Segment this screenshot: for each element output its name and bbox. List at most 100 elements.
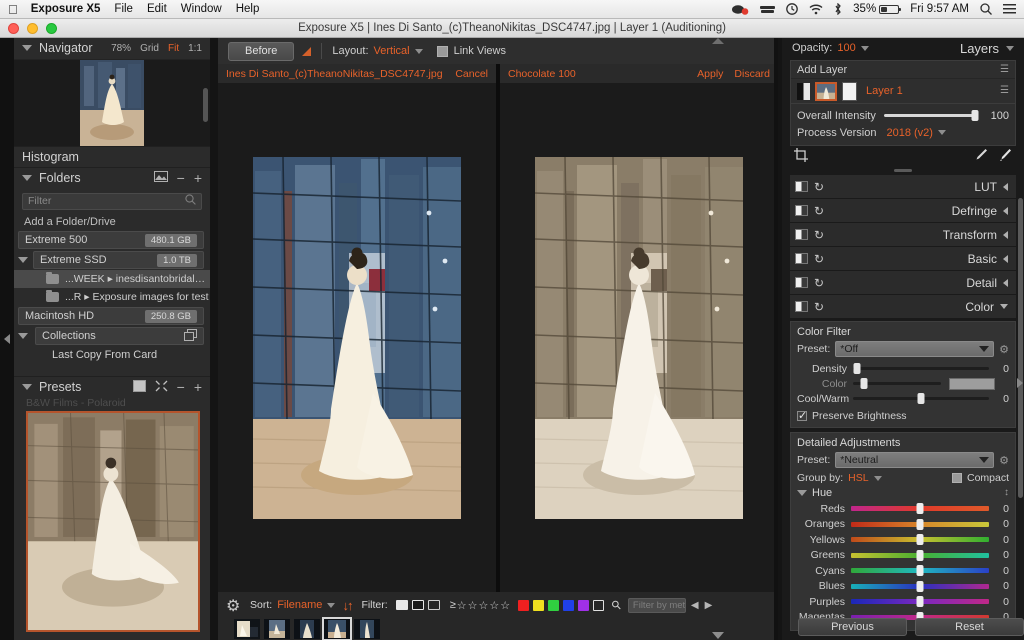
collection-item-last-copy-from-card[interactable]: Last Copy From Card — [14, 346, 210, 364]
section-enable-toggle-icon[interactable] — [795, 229, 808, 240]
chevron-left-icon[interactable] — [1003, 230, 1008, 239]
star-icon[interactable]: ☆ — [489, 599, 499, 612]
hsl-slider-cyans[interactable] — [851, 565, 989, 577]
chevron-left-icon[interactable] — [1003, 182, 1008, 191]
drive-row-extreme-ssd[interactable]: Extreme SSD 1.0 TB — [14, 250, 210, 270]
section-defringe[interactable]: ↻ Defringe — [790, 199, 1016, 223]
star-icon[interactable]: ☆ — [468, 599, 478, 612]
after-image-container[interactable] — [500, 83, 778, 592]
crop-icon[interactable] — [794, 147, 808, 165]
section-detail[interactable]: ↻ Detail — [790, 271, 1016, 295]
menubar-clock[interactable]: Fri 9:57 AM — [910, 3, 969, 15]
sort-direction-icon[interactable]: ↓↑ — [342, 598, 353, 613]
presets-add-button[interactable]: + — [194, 380, 202, 394]
gear-icon[interactable] — [226, 598, 240, 612]
sort-value[interactable]: Filename — [277, 599, 322, 611]
chevron-down-icon[interactable] — [327, 602, 336, 608]
chevron-left-icon[interactable] — [1003, 278, 1008, 287]
hsl-slider-greens[interactable] — [851, 549, 989, 561]
reset-icon[interactable]: ↻ — [814, 277, 824, 289]
color-swatch-purple[interactable] — [578, 599, 590, 611]
file-transfer-icon[interactable] — [760, 4, 776, 15]
search-icon[interactable] — [185, 194, 196, 208]
expand-collapse-icon[interactable]: ↕ — [1004, 488, 1009, 498]
keyword-icon[interactable]: ⚲ — [608, 597, 624, 613]
folders-image-icon[interactable] — [153, 170, 168, 185]
section-enable-toggle-icon[interactable] — [795, 277, 808, 288]
presets-collapse-all-icon[interactable] — [155, 380, 168, 395]
hsl-slider-yellows[interactable] — [851, 534, 989, 546]
reset-icon[interactable]: ↻ — [814, 229, 824, 241]
layer-thumbnail[interactable] — [815, 81, 837, 101]
hsl-slider-blues[interactable] — [851, 580, 989, 592]
chevron-down-icon[interactable] — [937, 130, 946, 135]
presets-panel-header[interactable]: Presets − + — [14, 376, 210, 397]
before-image-container[interactable] — [218, 83, 496, 592]
preset-options-icon[interactable]: ⚙ — [999, 454, 1009, 467]
filmstrip-thumb[interactable] — [264, 619, 290, 639]
hue-group-header[interactable]: Hue ↕ — [797, 487, 1009, 499]
section-color[interactable]: ↻ Color — [790, 295, 1016, 319]
brush-icon[interactable] — [998, 148, 1012, 165]
navigator-mode-1to1[interactable]: 1:1 — [188, 43, 202, 54]
minimize-button[interactable] — [27, 22, 38, 34]
chevron-down-icon[interactable] — [860, 45, 869, 51]
folder-item[interactable]: ...R ▸ Exposure images for test — [14, 288, 210, 306]
collections-row[interactable]: Collections — [14, 326, 210, 346]
presets-view-single-icon[interactable] — [132, 379, 146, 395]
star-rating-filter[interactable]: ≥ ☆ ☆ ☆ ☆ ☆ — [450, 599, 510, 612]
filmstrip-thumb[interactable] — [294, 619, 320, 639]
color-swatch-yellow[interactable] — [533, 599, 545, 611]
navigator-thumbnail[interactable] — [80, 59, 144, 146]
color-slider[interactable] — [853, 378, 941, 389]
previous-button[interactable]: Previous — [798, 618, 907, 636]
coolwarm-slider[interactable] — [853, 393, 989, 404]
filmstrip-thumb-selected[interactable] — [322, 617, 352, 640]
reset-icon[interactable]: ↻ — [814, 181, 824, 193]
flag-picked-icon[interactable] — [395, 600, 408, 610]
section-enable-toggle-icon[interactable] — [795, 301, 808, 312]
after-photo[interactable] — [535, 156, 743, 519]
color-swatch-blue[interactable] — [563, 599, 575, 611]
drive-row-macintosh-hd[interactable]: Macintosh HD 250.8 GB — [14, 38, 1024, 640]
chevron-down-icon[interactable] — [1006, 45, 1014, 51]
add-layer-row[interactable]: Add Layer ☰ — [791, 61, 1015, 79]
apply-button[interactable]: Apply — [697, 68, 723, 80]
chevron-down-icon[interactable] — [18, 257, 28, 264]
layer-row[interactable]: Layer 1 ☰ — [791, 79, 1015, 103]
battery-status[interactable]: 35% — [853, 3, 902, 15]
before-button[interactable]: Before — [228, 41, 295, 61]
left-collapse-arrow-icon[interactable] — [4, 334, 10, 344]
navigator-mode-grid[interactable]: Grid — [140, 43, 159, 54]
compact-checkbox[interactable] — [951, 473, 962, 483]
add-folder-drive-button[interactable]: Add a Folder/Drive — [14, 214, 210, 230]
flag-unflagged-icon[interactable] — [427, 600, 440, 610]
preset-thumbnail-selected[interactable] — [26, 410, 200, 633]
drive-row-extreme-500[interactable]: Extreme 500 480.1 GB — [14, 38, 1024, 640]
filmstrip-thumb[interactable] — [354, 619, 380, 639]
reset-icon[interactable]: ↻ — [814, 253, 824, 265]
layer-menu-icon[interactable]: ☰ — [1000, 86, 1009, 96]
group-by-value[interactable]: HSL — [848, 472, 868, 484]
screen-record-icon[interactable] — [732, 4, 749, 15]
section-enable-toggle-icon[interactable] — [795, 205, 808, 216]
chevron-left-icon[interactable] — [1003, 254, 1008, 263]
apple-icon[interactable]:  — [8, 3, 18, 16]
notification-center-icon[interactable] — [1003, 4, 1016, 14]
menu-help[interactable]: Help — [236, 3, 260, 15]
left-collapse-gutter[interactable] — [0, 38, 14, 640]
preserve-brightness-row[interactable]: Preserve Brightness — [797, 409, 1009, 422]
color-swatch-red[interactable] — [518, 599, 530, 611]
metadata-filter-input[interactable]: Filter by metadata — [627, 597, 686, 613]
chevron-down-icon[interactable] — [18, 333, 28, 340]
layout-value[interactable]: Vertical — [374, 45, 410, 57]
collections-copy-icon[interactable] — [184, 328, 197, 344]
color-swatch-chip[interactable] — [949, 377, 995, 390]
chevron-down-icon[interactable] — [22, 174, 32, 181]
bluetooth-icon[interactable] — [834, 3, 842, 15]
star-icon[interactable]: ☆ — [500, 599, 510, 612]
preset-options-icon[interactable]: ⚙ — [999, 343, 1009, 356]
filmstrip-thumb[interactable] — [234, 619, 260, 639]
section-enable-toggle-icon[interactable] — [795, 253, 808, 264]
folder-item-selected[interactable]: ...WEEK ▸ inesdisantobridalpics — [14, 270, 210, 289]
